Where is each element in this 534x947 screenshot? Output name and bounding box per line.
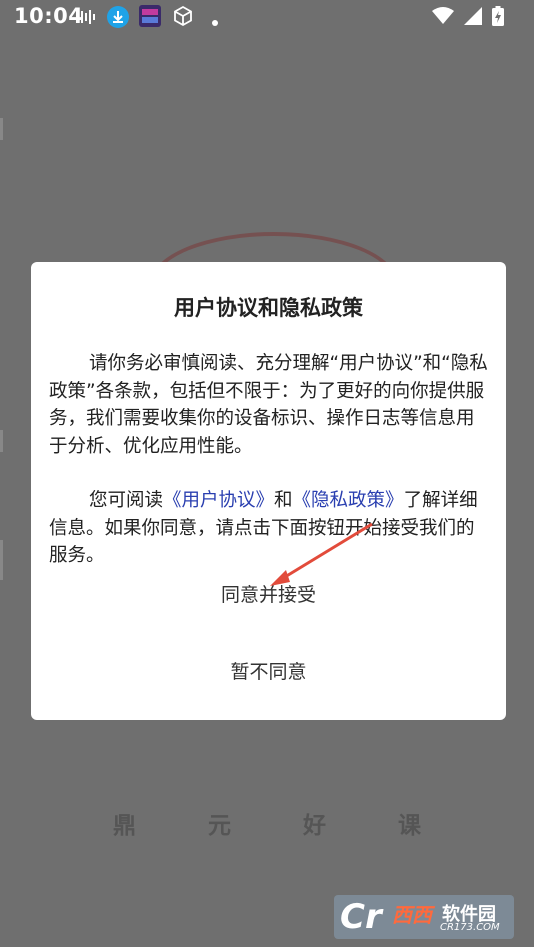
cube-icon <box>172 5 194 31</box>
watermark-logo-mark: Cr <box>340 897 382 937</box>
dialog-title: 用户协议和隐私政策 <box>174 296 363 320</box>
user-agreement-link[interactable]: 《用户协议》 <box>163 490 274 511</box>
app-thumbnail-icon <box>139 5 161 31</box>
edge-mark <box>0 540 3 580</box>
wifi-icon <box>432 7 454 29</box>
dialog-paragraph-1: 请你务必审慎阅读、充分理解“用户协议”和“隐私政策”各条款，包括但不限于：为了更… <box>49 353 488 457</box>
signal-icon <box>464 7 482 29</box>
download-icon <box>107 6 129 32</box>
dot-icon <box>211 12 219 31</box>
privacy-policy-link[interactable]: 《隐私政策》 <box>293 490 404 511</box>
app-title: 鼎 元 好 课 <box>112 813 454 839</box>
watermark-name-colored: 西西 <box>392 903 432 927</box>
watermark-url: CR173.COM <box>440 922 500 933</box>
watermark-logo: Cr 西西 软件园 CR173.COM <box>334 895 514 939</box>
para2-and: 和 <box>274 490 293 511</box>
privacy-dialog: 用户协议和隐私政策 请你务必审慎阅读、充分理解“用户协议”和“隐私政策”各条款，… <box>31 262 506 720</box>
status-time: 10:04 <box>14 4 84 28</box>
battery-charging-icon <box>492 6 504 30</box>
edge-mark <box>0 430 3 452</box>
decline-button[interactable]: 暂不同意 <box>31 655 506 685</box>
status-bar: 10:04 <box>0 0 534 34</box>
audio-wave-icon <box>76 9 98 29</box>
edge-mark <box>0 118 3 140</box>
annotation-arrow-icon <box>270 522 373 586</box>
para2-prefix: 您可阅读 <box>89 490 164 511</box>
